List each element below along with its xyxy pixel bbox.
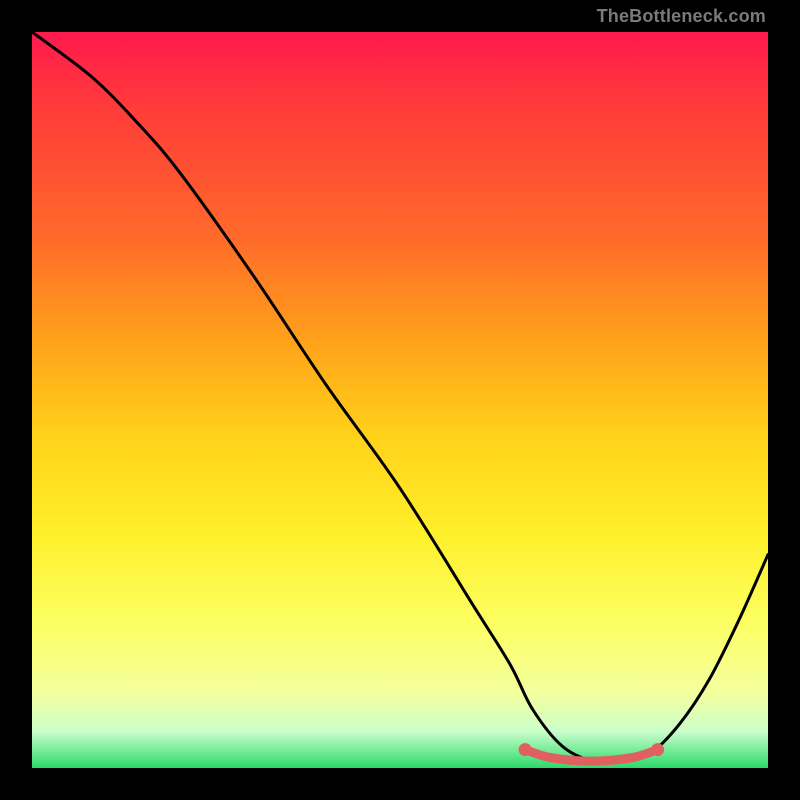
bottleneck-curve xyxy=(32,32,768,762)
curve-layer xyxy=(32,32,768,768)
optimal-endpoint-marker xyxy=(519,743,532,756)
plot-area xyxy=(32,32,768,768)
optimal-band-curve xyxy=(525,750,657,762)
chart-frame: TheBottleneck.com xyxy=(0,0,800,800)
optimal-endpoint-marker xyxy=(651,743,664,756)
attribution-text: TheBottleneck.com xyxy=(597,6,766,27)
